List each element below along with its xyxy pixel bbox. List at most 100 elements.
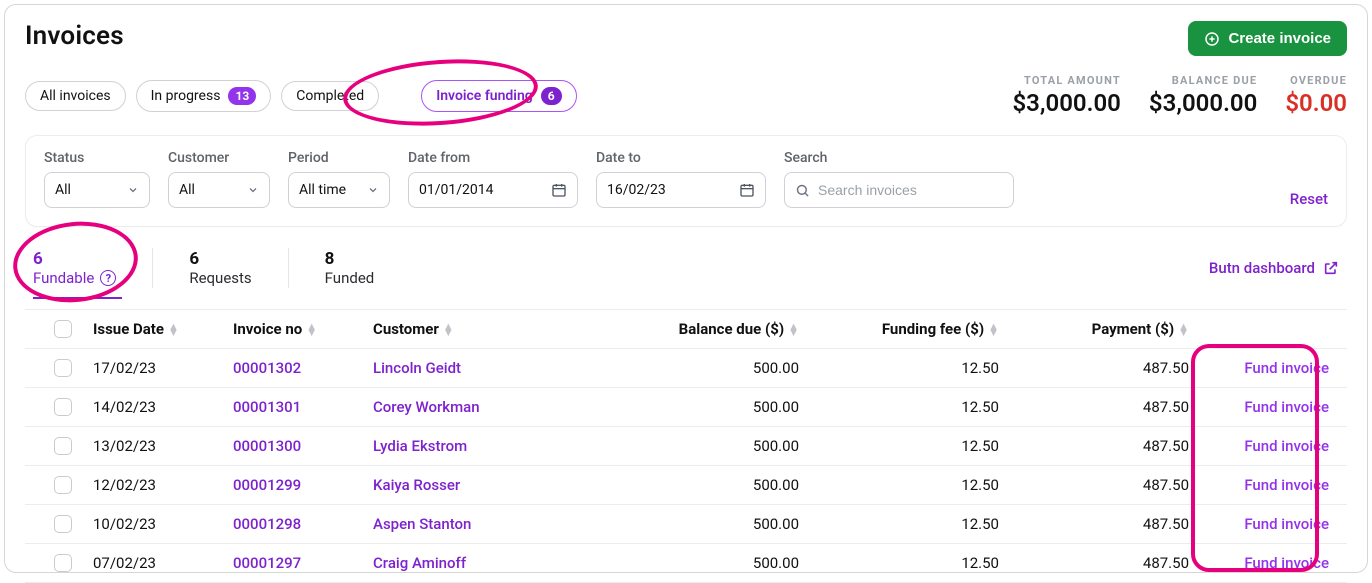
stat-overdue-value: $0.00 bbox=[1285, 89, 1347, 117]
row-checkbox[interactable] bbox=[54, 554, 72, 572]
filter-date-from-input[interactable]: 01/01/2014 bbox=[408, 172, 578, 208]
sort-icon: ▲▼ bbox=[988, 324, 999, 336]
fund-invoice-link[interactable]: Fund invoice bbox=[1244, 476, 1329, 494]
pill-in-progress[interactable]: In progress 13 bbox=[136, 80, 272, 112]
filter-status-select[interactable]: All bbox=[44, 172, 150, 208]
table-row: 17/02/2300001302Lincoln Geidt500.0012.50… bbox=[25, 349, 1347, 388]
pill-funding-badge: 6 bbox=[541, 87, 562, 105]
cell-funding-fee: 12.50 bbox=[799, 476, 999, 494]
filter-period-label: Period bbox=[288, 150, 390, 166]
cell-funding-fee: 12.50 bbox=[799, 398, 999, 416]
row-checkbox[interactable] bbox=[54, 437, 72, 455]
tab-requests-label: Requests bbox=[189, 269, 251, 287]
cell-balance: 500.00 bbox=[599, 515, 799, 533]
cell-issue-date: 12/02/23 bbox=[93, 476, 233, 494]
col-customer[interactable]: Customer▲▼ bbox=[373, 320, 599, 338]
cell-balance: 500.00 bbox=[599, 359, 799, 377]
invoice-link[interactable]: 00001299 bbox=[233, 476, 301, 494]
invoice-link[interactable]: 00001301 bbox=[233, 398, 301, 416]
table-row: 14/02/2300001301Corey Workman500.0012.50… bbox=[25, 388, 1347, 427]
cell-balance: 500.00 bbox=[599, 554, 799, 572]
fund-invoice-link[interactable]: Fund invoice bbox=[1244, 437, 1329, 455]
row-checkbox[interactable] bbox=[54, 359, 72, 377]
cell-funding-fee: 12.50 bbox=[799, 437, 999, 455]
select-all-checkbox[interactable] bbox=[54, 320, 72, 338]
col-payment[interactable]: Payment ($)▲▼ bbox=[999, 320, 1189, 338]
customer-link[interactable]: Lincoln Geidt bbox=[373, 359, 461, 377]
butn-dashboard-link[interactable]: Butn dashboard bbox=[1209, 259, 1339, 277]
customer-link[interactable]: Kaiya Rosser bbox=[373, 476, 460, 494]
filter-bar: Status All Customer All Period All time bbox=[25, 135, 1347, 227]
divider bbox=[152, 248, 153, 288]
stat-balance-value: $3,000.00 bbox=[1149, 89, 1257, 117]
divider bbox=[288, 248, 289, 288]
invoice-table: Issue Date▲▼ Invoice no▲▼ Customer▲▼ Bal… bbox=[25, 309, 1347, 583]
filter-date-from-value: 01/01/2014 bbox=[419, 182, 494, 198]
external-link-icon bbox=[1323, 260, 1339, 276]
sort-icon: ▲▼ bbox=[168, 324, 179, 336]
filter-date-from-label: Date from bbox=[408, 150, 578, 166]
page-title: Invoices bbox=[25, 21, 124, 51]
pill-in-progress-badge: 13 bbox=[228, 87, 256, 105]
col-invoice-no[interactable]: Invoice no▲▼ bbox=[233, 320, 373, 338]
filter-customer-select[interactable]: All bbox=[168, 172, 270, 208]
chevron-down-icon bbox=[247, 184, 259, 196]
stat-overdue: OVERDUE $0.00 bbox=[1285, 74, 1347, 117]
filter-status-label: Status bbox=[44, 150, 150, 166]
col-funding-fee[interactable]: Funding fee ($)▲▼ bbox=[799, 320, 999, 338]
reset-link[interactable]: Reset bbox=[1290, 190, 1328, 208]
tab-requests-count: 6 bbox=[189, 249, 251, 269]
chevron-down-icon bbox=[127, 184, 139, 196]
help-icon[interactable]: ? bbox=[100, 270, 116, 286]
row-checkbox[interactable] bbox=[54, 398, 72, 416]
cell-funding-fee: 12.50 bbox=[799, 554, 999, 572]
cell-issue-date: 17/02/23 bbox=[93, 359, 233, 377]
tab-requests[interactable]: 6 Requests bbox=[189, 245, 251, 291]
fund-invoice-link[interactable]: Fund invoice bbox=[1244, 554, 1329, 572]
filter-date-to-input[interactable]: 16/02/23 bbox=[596, 172, 766, 208]
calendar-icon bbox=[739, 182, 755, 198]
stat-total-value: $3,000.00 bbox=[1012, 89, 1120, 117]
cell-issue-date: 10/02/23 bbox=[93, 515, 233, 533]
cell-payment: 487.50 bbox=[999, 398, 1189, 416]
fund-invoice-link[interactable]: Fund invoice bbox=[1244, 359, 1329, 377]
invoice-link[interactable]: 00001302 bbox=[233, 359, 301, 377]
tab-fundable-label: Fundable bbox=[33, 269, 94, 287]
cell-balance: 500.00 bbox=[599, 476, 799, 494]
pill-all-invoices[interactable]: All invoices bbox=[25, 81, 126, 111]
sort-icon: ▲▼ bbox=[306, 324, 317, 336]
search-input[interactable] bbox=[818, 182, 1003, 198]
search-icon bbox=[795, 183, 810, 198]
table-row: 12/02/2300001299Kaiya Rosser500.0012.504… bbox=[25, 466, 1347, 505]
filter-search-label: Search bbox=[784, 150, 1014, 166]
customer-link[interactable]: Craig Aminoff bbox=[373, 554, 466, 572]
cell-payment: 487.50 bbox=[999, 515, 1189, 533]
tab-fundable[interactable]: 6 Fundable ? bbox=[33, 245, 116, 291]
pill-all-label: All invoices bbox=[40, 88, 111, 104]
pill-completed[interactable]: Completed bbox=[281, 81, 379, 111]
filter-period-select[interactable]: All time bbox=[288, 172, 390, 208]
customer-link[interactable]: Corey Workman bbox=[373, 398, 480, 416]
pill-completed-label: Completed bbox=[296, 88, 364, 104]
filter-status-value: All bbox=[55, 182, 71, 198]
fund-invoice-link[interactable]: Fund invoice bbox=[1244, 515, 1329, 533]
tab-funded[interactable]: 8 Funded bbox=[325, 245, 375, 291]
filter-customer-label: Customer bbox=[168, 150, 270, 166]
pill-invoice-funding[interactable]: Invoice funding 6 bbox=[421, 80, 576, 112]
customer-link[interactable]: Aspen Stanton bbox=[373, 515, 471, 533]
col-issue-date[interactable]: Issue Date▲▼ bbox=[93, 320, 233, 338]
invoice-link[interactable]: 00001297 bbox=[233, 554, 301, 572]
search-input-wrapper[interactable] bbox=[784, 172, 1014, 208]
pill-in-progress-label: In progress bbox=[151, 88, 221, 104]
create-invoice-button[interactable]: Create invoice bbox=[1188, 21, 1347, 56]
row-checkbox[interactable] bbox=[54, 515, 72, 533]
filter-customer-value: All bbox=[179, 182, 195, 198]
col-balance-due[interactable]: Balance due ($)▲▼ bbox=[599, 320, 799, 338]
row-checkbox[interactable] bbox=[54, 476, 72, 494]
tab-fundable-count: 6 bbox=[33, 249, 116, 269]
customer-link[interactable]: Lydia Ekstrom bbox=[373, 437, 467, 455]
invoice-link[interactable]: 00001298 bbox=[233, 515, 301, 533]
cell-payment: 487.50 bbox=[999, 359, 1189, 377]
fund-invoice-link[interactable]: Fund invoice bbox=[1244, 398, 1329, 416]
invoice-link[interactable]: 00001300 bbox=[233, 437, 301, 455]
